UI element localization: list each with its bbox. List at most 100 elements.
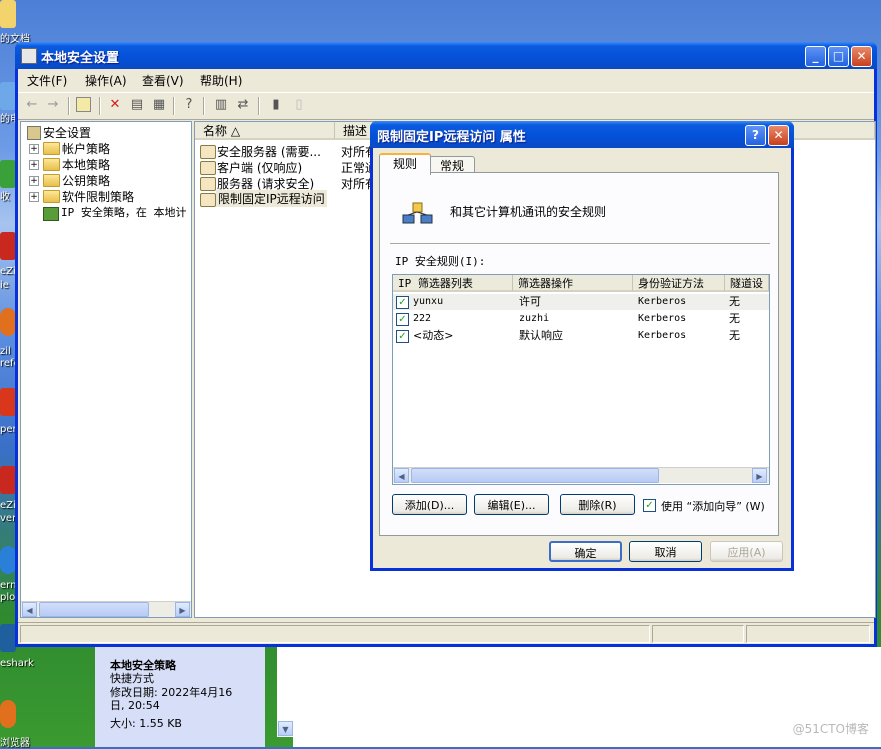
recycle-icon[interactable] <box>0 160 16 188</box>
filezilla-icon[interactable] <box>0 232 16 260</box>
wizard-checkbox[interactable]: ✓ <box>643 499 656 512</box>
toolbar-separator <box>173 97 175 115</box>
create-policy-icon[interactable]: ▥ <box>213 97 229 113</box>
forward-arrow-icon[interactable]: → <box>45 97 61 113</box>
apply-button[interactable]: 应用(A) <box>710 541 783 562</box>
security-settings-icon <box>27 126 41 140</box>
delete-icon[interactable]: ✕ <box>107 97 123 113</box>
manage-filters-icon[interactable]: ⇄ <box>235 97 251 113</box>
column-header-auth-method[interactable]: 身份验证方法 <box>633 275 725 292</box>
menu-help[interactable]: 帮助(H) <box>200 72 242 89</box>
list-row-name-selected[interactable]: 限制固定IP远程访问 <box>216 190 327 207</box>
folder-icon <box>43 142 60 155</box>
desktop-icon-label: plo <box>0 592 16 603</box>
rules-hscrollbar[interactable]: ◀ ▶ <box>393 467 769 483</box>
app-icon[interactable] <box>0 388 16 416</box>
app-icon <box>21 48 37 64</box>
cancel-button[interactable]: 取消 <box>629 541 702 562</box>
folder-icon <box>43 158 60 171</box>
expand-icon[interactable]: + <box>29 144 39 154</box>
menu-action[interactable]: 操作(A) <box>85 72 127 89</box>
minimize-button[interactable]: _ <box>805 46 826 67</box>
scroll-left-arrow-icon[interactable]: ◀ <box>394 468 409 483</box>
filezilla-server-icon[interactable] <box>0 466 16 494</box>
status-panel <box>746 625 870 643</box>
window-title: 本地安全设置 <box>41 51 120 66</box>
rule-row[interactable]: ✓ 222 zuzhi Kerberos 无 <box>393 311 769 327</box>
help-button[interactable]: ? <box>745 125 766 146</box>
add-button[interactable]: 添加(D)... <box>392 494 467 515</box>
rule-checkbox[interactable]: ✓ <box>396 296 409 309</box>
dialog-title-bar[interactable]: 限制固定IP远程访问 属性 ? ✕ <box>370 121 794 148</box>
ie-icon[interactable] <box>0 546 16 574</box>
policy-icon <box>200 161 216 175</box>
desktop-icon-label: eZi <box>0 266 16 277</box>
expand-icon[interactable]: + <box>29 192 39 202</box>
remove-button[interactable]: 删除(R) <box>560 494 635 515</box>
back-arrow-icon[interactable]: ← <box>24 97 40 113</box>
firefox-icon[interactable] <box>0 308 16 336</box>
desktop-icon-label: ern <box>0 580 17 591</box>
browser-icon[interactable] <box>0 700 16 728</box>
wireshark-icon[interactable] <box>0 624 16 652</box>
desktop-icon-label: eshark <box>0 658 34 669</box>
column-header-name[interactable]: 名称 △ <box>195 122 335 140</box>
my-documents-icon[interactable] <box>0 0 16 28</box>
rule-tunnel: 无 <box>729 295 740 308</box>
assign-policy-icon[interactable]: ▮ <box>268 97 284 113</box>
rule-action: 默认响应 <box>519 329 563 342</box>
unassign-policy-icon[interactable]: ▯ <box>291 97 307 113</box>
tree-item-account-policies[interactable]: 帐户策略 <box>62 140 110 157</box>
properties-icon[interactable]: ▤ <box>129 97 145 113</box>
scroll-down-arrow-icon[interactable]: ▼ <box>278 721 293 736</box>
rule-checkbox[interactable]: ✓ <box>396 330 409 343</box>
maximize-button[interactable]: □ <box>828 46 849 67</box>
console-tree: 安全设置 + 帐户策略 + 本地策略 + 公钥策略 + 软件限制策略 IP 安全… <box>20 121 192 618</box>
up-folder-icon[interactable] <box>76 97 91 112</box>
details-size: 大小: 1.55 KB <box>110 717 182 730</box>
tab-rules[interactable]: 规则 <box>379 153 431 175</box>
scroll-right-arrow-icon[interactable]: ▶ <box>175 602 190 617</box>
expand-icon[interactable]: + <box>29 160 39 170</box>
scroll-thumb[interactable] <box>411 468 659 483</box>
details-scrollbar[interactable]: ▼ <box>277 647 293 737</box>
list-row-name[interactable]: 客户端 (仅响应) <box>217 159 302 176</box>
rule-row[interactable]: ✓ <动态> 默认响应 Kerberos 无 <box>393 328 769 344</box>
tree-item-public-key-policies[interactable]: 公钥策略 <box>62 172 110 189</box>
list-row-name[interactable]: 安全服务器 (需要... <box>217 143 321 160</box>
desktop-icon-label: eZi <box>0 500 16 511</box>
help-icon[interactable]: ? <box>181 97 197 113</box>
column-header-tunnel[interactable]: 隧道设 <box>725 275 769 292</box>
my-computer-icon[interactable] <box>0 82 16 110</box>
tree-item-software-restriction[interactable]: 软件限制策略 <box>62 188 134 205</box>
tree-item-local-policies[interactable]: 本地策略 <box>62 156 110 173</box>
column-header-filter-action[interactable]: 筛选器操作 <box>513 275 633 292</box>
ok-button[interactable]: 确定 <box>549 541 622 562</box>
column-header-filter-list[interactable]: IP 筛选器列表 <box>393 275 513 292</box>
dialog-close-button[interactable]: ✕ <box>768 125 789 146</box>
dialog-client: 规则 常规 和其它计算机通讯的安全规则 IP 安全规则(I): IP 筛选器列表… <box>373 148 791 568</box>
status-bar <box>18 622 874 643</box>
toolbar-separator <box>68 97 70 115</box>
title-bar[interactable]: 本地安全设置 _ □ ✕ <box>15 42 877 69</box>
rule-row[interactable]: ✓ yunxu 许可 Kerberos 无 <box>393 294 769 310</box>
rule-filter: yunxu <box>413 296 444 307</box>
edit-button[interactable]: 编辑(E)... <box>474 494 549 515</box>
tree-item-security-settings[interactable]: 安全设置 <box>43 124 91 141</box>
details-pane: 本地安全策略 快捷方式 修改日期: 2022年4月16日, 20:54 大小: … <box>95 647 265 747</box>
menu-view[interactable]: 查看(V) <box>142 72 184 89</box>
scroll-left-arrow-icon[interactable]: ◀ <box>22 602 37 617</box>
menu-file[interactable]: 文件(F) <box>27 72 67 89</box>
scroll-thumb[interactable] <box>39 602 149 617</box>
rule-checkbox[interactable]: ✓ <box>396 313 409 326</box>
expand-icon[interactable]: + <box>29 176 39 186</box>
close-button[interactable]: ✕ <box>851 46 872 67</box>
tree-item-ip-security[interactable]: IP 安全策略，在 本地计 <box>61 204 189 220</box>
status-panel <box>652 625 744 643</box>
wizard-checkbox-label[interactable]: 使用 “添加向导” (W) <box>661 498 765 514</box>
rule-filter: <动态> <box>413 329 454 342</box>
tree-hscrollbar[interactable]: ◀ ▶ <box>21 601 191 617</box>
scroll-right-arrow-icon[interactable]: ▶ <box>752 468 767 483</box>
toolbar-separator <box>99 97 101 115</box>
export-list-icon[interactable]: ▦ <box>151 97 167 113</box>
